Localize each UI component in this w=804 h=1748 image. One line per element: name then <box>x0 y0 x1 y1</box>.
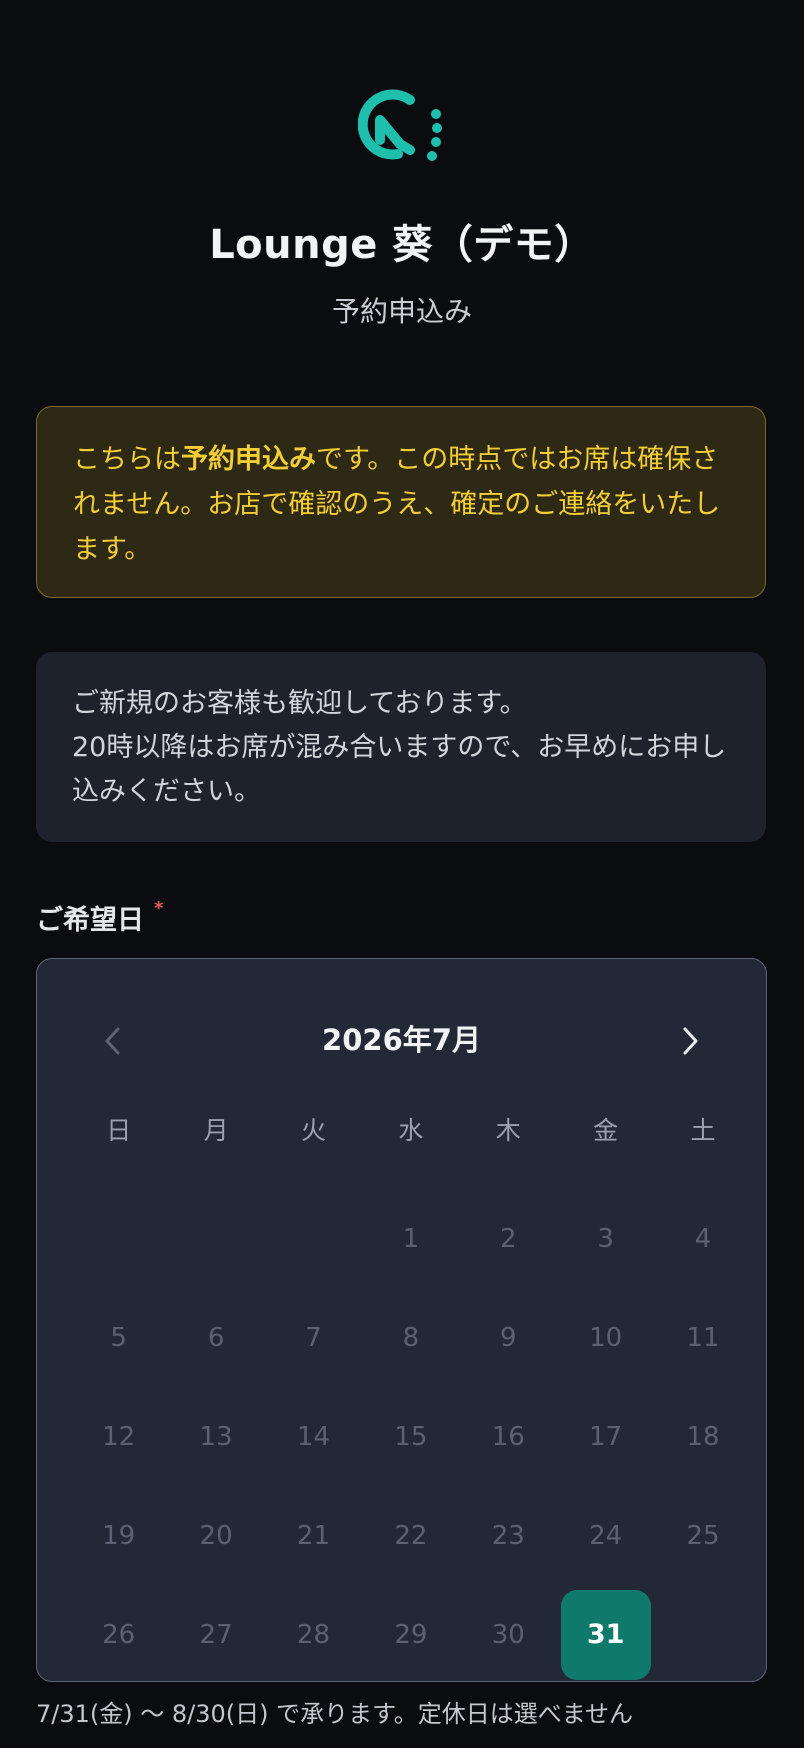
calendar-day-number: 8 <box>402 1322 420 1353</box>
calendar-day-number: 28 <box>296 1619 331 1650</box>
calendar-day-disabled: 29 <box>362 1585 459 1684</box>
calendar-day-number: 19 <box>102 1520 136 1551</box>
calendar-day-number: 20 <box>199 1520 233 1551</box>
calendar-day-disabled: 20 <box>167 1486 264 1585</box>
calendar-day-number: 11 <box>686 1322 720 1353</box>
weekday-label: 月 <box>203 1116 229 1145</box>
calendar-day-disabled: 3 <box>557 1189 654 1288</box>
calendar-day-disabled: 5 <box>70 1288 167 1387</box>
calendar-day-disabled: 9 <box>460 1288 557 1387</box>
calendar-day-disabled: 10 <box>557 1288 654 1387</box>
calendar-day-number: 23 <box>491 1520 525 1551</box>
weekday-label: 木 <box>495 1116 521 1145</box>
chevron-right-icon <box>683 1027 698 1055</box>
calendar-day-disabled: 1 <box>362 1189 459 1288</box>
calendar-day-number: 2 <box>499 1223 517 1254</box>
calendar-day-number: 17 <box>589 1421 623 1452</box>
calendar-day-disabled: 21 <box>265 1486 362 1585</box>
calendar-weekday-row: 日 月 火 水 木 金 土 <box>70 1113 752 1149</box>
calendar-day-number: 7 <box>305 1322 322 1353</box>
date-field-label-text: ご希望日 <box>36 905 144 936</box>
reservation-notice: こちらは予約申込みです。この時点ではお席は確保されません。お店で確認のうえ、確定… <box>36 406 766 598</box>
weekday-label: 土 <box>690 1116 716 1145</box>
calendar-day-disabled: 15 <box>362 1387 459 1486</box>
calendar-day-number: 13 <box>199 1421 233 1452</box>
calendar-day-number: 18 <box>686 1421 720 1452</box>
weekday-label: 日 <box>106 1116 132 1145</box>
calendar-day-disabled: 25 <box>654 1486 751 1585</box>
calendar-empty-cell <box>70 1189 167 1288</box>
calendar-day-number: 9 <box>499 1322 517 1353</box>
calendar-day-number: 6 <box>207 1322 225 1353</box>
notice-text-pre: こちらは <box>73 444 181 475</box>
weekday-label: 金 <box>593 1116 619 1145</box>
calendar-day-disabled: 22 <box>362 1486 459 1585</box>
date-calendar: 2026年7月 日 月 火 水 木 金 土 1 2 3 4 5 6 7 8 9 10 11 12 13 1… <box>36 958 767 1682</box>
calendar-day-number: 25 <box>686 1520 720 1551</box>
calendar-day-disabled: 24 <box>557 1486 654 1585</box>
calendar-day-disabled: 27 <box>167 1585 264 1684</box>
calendar-day-disabled: 13 <box>167 1387 264 1486</box>
info-line: ご新規のお客様も歓迎しております。 <box>72 688 527 719</box>
calendar-day-number: 5 <box>110 1322 127 1353</box>
calendar-day-number: 16 <box>491 1421 525 1452</box>
calendar-day-disabled: 2 <box>460 1189 557 1288</box>
calendar-day-disabled: 23 <box>460 1486 557 1585</box>
reservation-page: Lounge 葵（デモ） 予約申込み こちらは予約申込みです。この時点ではお席は… <box>0 0 804 1748</box>
calendar-day-disabled: 7 <box>265 1288 362 1387</box>
calendar-day-disabled: 11 <box>654 1288 751 1387</box>
date-range-hint: 7/31(金) 〜 8/30(日) で承ります。定休日は選べません <box>36 1700 634 1728</box>
notice-text-bold: 予約申込み <box>181 444 316 475</box>
lounge-logo-icon <box>357 88 450 174</box>
calendar-day-number: 3 <box>597 1223 614 1254</box>
calendar-month-title: 2026年7月 <box>322 1023 481 1057</box>
calendar-day-number: 30 <box>491 1619 525 1650</box>
calendar-day-disabled: 18 <box>654 1387 751 1486</box>
calendar-day-number: 24 <box>589 1520 623 1551</box>
calendar-day-number: 12 <box>102 1421 136 1452</box>
calendar-day-number: 21 <box>296 1520 331 1551</box>
calendar-day-number: 22 <box>394 1520 428 1551</box>
calendar-day-number: 27 <box>199 1619 233 1650</box>
calendar-day-grid: 1 2 3 4 5 6 7 8 9 10 11 12 13 14 15 16 17 18 19 20 21 22 23 24 2… <box>70 1189 752 1684</box>
calendar-day-disabled: 28 <box>265 1585 362 1684</box>
calendar-day-disabled: 17 <box>557 1387 654 1486</box>
calendar-day-number: 4 <box>694 1223 712 1254</box>
required-mark: * <box>154 898 164 919</box>
weekday-label: 水 <box>398 1116 424 1145</box>
calendar-day-disabled: 19 <box>70 1486 167 1585</box>
shop-info-box: ご新規のお客様も歓迎しております。 20時以降はお席が混み合いますので、お早めに… <box>36 652 766 842</box>
date-field-label: ご希望日 * <box>36 898 163 937</box>
calendar-day-number: 14 <box>296 1421 331 1452</box>
calendar-day-number: 1 <box>402 1223 420 1254</box>
calendar-day-disabled: 16 <box>460 1387 557 1486</box>
calendar-day-disabled: 4 <box>654 1189 751 1288</box>
page-title: Lounge 葵（デモ） <box>209 222 595 268</box>
calendar-day-number: 31 <box>560 1589 651 1680</box>
info-line: 20時以降はお席が混み合いますので、お早めにお申し込みください。 <box>72 732 727 807</box>
calendar-day-number: 15 <box>394 1421 428 1452</box>
calendar-day-disabled: 26 <box>70 1585 167 1684</box>
calendar-day-disabled: 8 <box>362 1288 459 1387</box>
calendar-day-disabled: 12 <box>70 1387 167 1486</box>
calendar-day-disabled: 6 <box>167 1288 264 1387</box>
calendar-day-disabled: 30 <box>460 1585 557 1684</box>
calendar-day-number: 10 <box>589 1322 623 1353</box>
calendar-day-disabled: 14 <box>265 1387 362 1486</box>
calendar-day-number: 26 <box>102 1619 136 1650</box>
next-month-button[interactable] <box>670 1019 710 1063</box>
weekday-label: 火 <box>300 1116 326 1145</box>
page-subtitle: 予約申込み <box>331 295 472 328</box>
calendar-empty-cell <box>167 1189 264 1288</box>
calendar-day-selected[interactable]: 31 <box>557 1585 654 1684</box>
calendar-empty-cell <box>265 1189 362 1288</box>
calendar-day-number: 29 <box>394 1619 428 1650</box>
